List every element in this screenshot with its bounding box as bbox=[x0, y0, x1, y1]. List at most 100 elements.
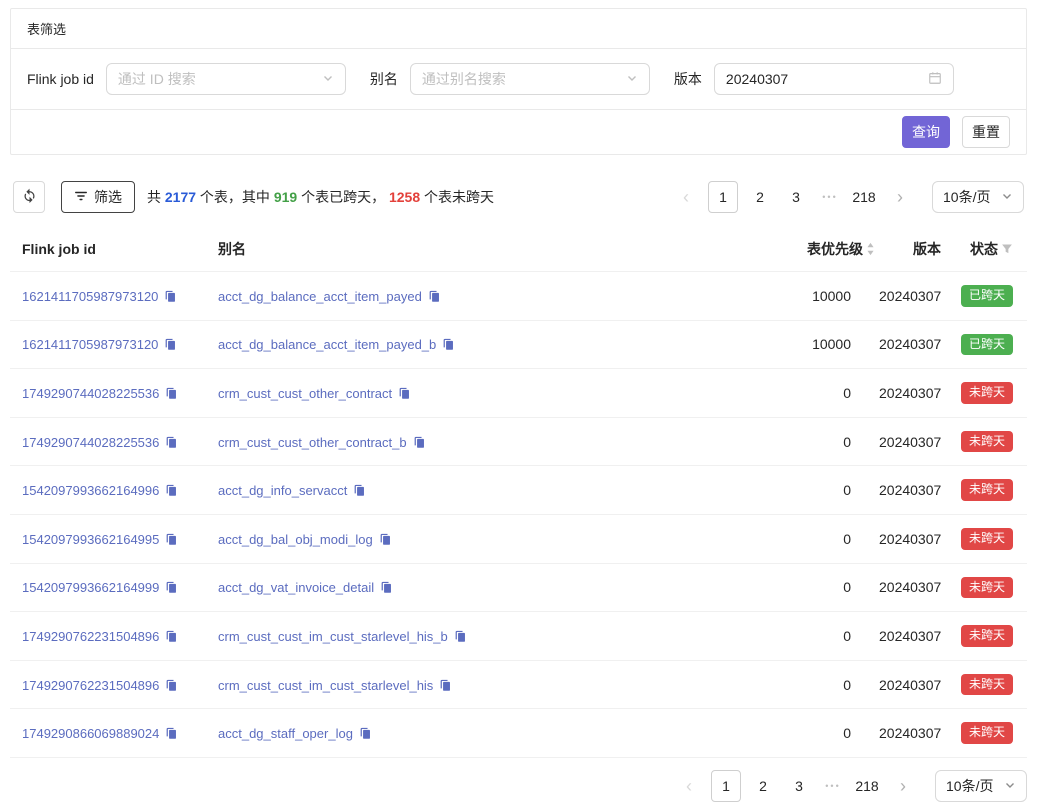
alias-link[interactable]: crm_cust_cust_im_cust_starlevel_his_b bbox=[218, 629, 448, 644]
alias-cell: acct_dg_info_servacct bbox=[206, 466, 719, 515]
page-ellipsis[interactable]: ••• bbox=[821, 770, 845, 802]
flink-job-id-select[interactable]: 通过 ID 搜索 bbox=[106, 63, 346, 95]
version-date-input[interactable]: 20240307 bbox=[714, 63, 954, 95]
alias-link[interactable]: acct_dg_info_servacct bbox=[218, 483, 347, 498]
copy-icon[interactable] bbox=[165, 727, 178, 740]
copy-icon[interactable] bbox=[413, 436, 426, 449]
filter-toggle-button[interactable]: 筛选 bbox=[61, 181, 135, 213]
table-row: 1749290762231504896 crm_cust_cust_im_cus… bbox=[10, 660, 1027, 709]
status-cell: 未跨天 bbox=[949, 563, 1027, 612]
copy-icon[interactable] bbox=[442, 338, 455, 351]
flink-job-id-link[interactable]: 1749290866069889024 bbox=[22, 726, 159, 741]
copy-icon[interactable] bbox=[165, 387, 178, 400]
status-badge: 未跨天 bbox=[961, 528, 1013, 550]
alias-link[interactable]: crm_cust_cust_other_contract bbox=[218, 386, 392, 401]
table-header-row: Flink job id 别名 表优先级 版本 状态 bbox=[10, 227, 1027, 272]
flink-job-id-link[interactable]: 1749290744028225536 bbox=[22, 435, 159, 450]
uncrossed-count: 1258 bbox=[389, 189, 420, 205]
page-button-1[interactable]: 1 bbox=[708, 181, 738, 213]
status-badge: 未跨天 bbox=[961, 722, 1013, 744]
copy-icon[interactable] bbox=[380, 581, 393, 594]
copy-icon[interactable] bbox=[428, 290, 441, 303]
priority-cell: 0 bbox=[719, 514, 879, 563]
status-badge: 未跨天 bbox=[961, 382, 1013, 404]
sorter-icon[interactable] bbox=[866, 242, 875, 256]
copy-icon[interactable] bbox=[454, 630, 467, 643]
flink-job-id-cell: 1621411705987973120 bbox=[10, 320, 206, 369]
flink-job-id-link[interactable]: 1542097993662164996 bbox=[22, 483, 159, 498]
copy-icon[interactable] bbox=[164, 338, 177, 351]
status-badge: 已跨天 bbox=[961, 285, 1013, 307]
alias-link[interactable]: acct_dg_staff_oper_log bbox=[218, 726, 353, 741]
toolbar: 筛选 共 2177 个表，其中 919 个表已跨天， 1258 个表未跨天 ‹ … bbox=[10, 181, 1027, 213]
summary-suffix: 个表未跨天 bbox=[420, 189, 494, 205]
alias-link[interactable]: acct_dg_bal_obj_modi_log bbox=[218, 532, 373, 547]
total-count: 2177 bbox=[165, 189, 196, 205]
copy-icon[interactable] bbox=[165, 436, 178, 449]
flink-job-id-link[interactable]: 1749290744028225536 bbox=[22, 386, 159, 401]
page-size-select-bottom[interactable]: 10条/页 bbox=[935, 770, 1027, 802]
status-cell: 未跨天 bbox=[949, 612, 1027, 661]
alias-label: 别名 bbox=[370, 69, 398, 89]
page-button-2[interactable]: 2 bbox=[746, 181, 774, 213]
page-button-last[interactable]: 218 bbox=[850, 181, 878, 213]
copy-icon[interactable] bbox=[165, 484, 178, 497]
prev-page-button[interactable]: ‹ bbox=[672, 181, 700, 213]
version-cell: 20240307 bbox=[879, 514, 949, 563]
flink-job-id-link[interactable]: 1749290762231504896 bbox=[22, 678, 159, 693]
copy-icon[interactable] bbox=[359, 727, 372, 740]
summary-mid1: 个表，其中 bbox=[196, 189, 274, 205]
flink-job-id-cell: 1749290762231504896 bbox=[10, 612, 206, 661]
refresh-button[interactable] bbox=[13, 181, 45, 213]
chevron-down-icon bbox=[1001, 189, 1013, 205]
query-button[interactable]: 查询 bbox=[902, 116, 950, 148]
alias-link[interactable]: acct_dg_balance_acct_item_payed_b bbox=[218, 337, 436, 352]
page-button-3[interactable]: 3 bbox=[785, 770, 813, 802]
copy-icon[interactable] bbox=[439, 679, 452, 692]
flink-job-id-placeholder: 通过 ID 搜索 bbox=[118, 69, 196, 89]
page-button-2[interactable]: 2 bbox=[749, 770, 777, 802]
table-row: 1621411705987973120 acct_dg_balance_acct… bbox=[10, 320, 1027, 369]
copy-icon[interactable] bbox=[165, 533, 178, 546]
copy-icon[interactable] bbox=[379, 533, 392, 546]
page: 表筛选 Flink job id 通过 ID 搜索 别名 通过别名搜索 bbox=[0, 0, 1037, 810]
alias-link[interactable]: acct_dg_balance_acct_item_payed bbox=[218, 289, 422, 304]
copy-icon[interactable] bbox=[353, 484, 366, 497]
status-cell: 已跨天 bbox=[949, 320, 1027, 369]
page-size-select-top[interactable]: 10条/页 bbox=[932, 181, 1024, 213]
page-button-last[interactable]: 218 bbox=[853, 770, 881, 802]
alias-link[interactable]: acct_dg_vat_invoice_detail bbox=[218, 580, 374, 595]
copy-icon[interactable] bbox=[165, 630, 178, 643]
flink-job-id-link[interactable]: 1621411705987973120 bbox=[22, 337, 158, 352]
chevron-down-icon bbox=[626, 71, 638, 87]
copy-icon[interactable] bbox=[398, 387, 411, 400]
flink-job-id-link[interactable]: 1542097993662164999 bbox=[22, 580, 159, 595]
copy-icon[interactable] bbox=[165, 581, 178, 594]
pagination-top: ‹ 1 2 3 ••• 218 › bbox=[672, 181, 914, 213]
prev-page-button[interactable]: ‹ bbox=[675, 770, 703, 802]
copy-icon[interactable] bbox=[165, 679, 178, 692]
priority-cell: 0 bbox=[719, 466, 879, 515]
next-page-button[interactable]: › bbox=[886, 181, 914, 213]
reset-button[interactable]: 重置 bbox=[962, 116, 1010, 148]
filter-card-title: 表筛选 bbox=[11, 9, 1026, 49]
status-cell: 未跨天 bbox=[949, 709, 1027, 758]
crossed-count: 919 bbox=[274, 189, 297, 205]
alias-link[interactable]: crm_cust_cust_other_contract_b bbox=[218, 435, 407, 450]
copy-icon[interactable] bbox=[164, 290, 177, 303]
page-button-3[interactable]: 3 bbox=[782, 181, 810, 213]
flink-job-id-link[interactable]: 1749290762231504896 bbox=[22, 629, 159, 644]
page-button-1[interactable]: 1 bbox=[711, 770, 741, 802]
version-cell: 20240307 bbox=[879, 660, 949, 709]
status-badge: 未跨天 bbox=[961, 674, 1013, 696]
flink-job-id-link[interactable]: 1542097993662164995 bbox=[22, 532, 159, 547]
alias-link[interactable]: crm_cust_cust_im_cust_starlevel_his bbox=[218, 678, 433, 693]
table-row: 1542097993662164995 acct_dg_bal_obj_modi… bbox=[10, 514, 1027, 563]
next-page-button[interactable]: › bbox=[889, 770, 917, 802]
page-ellipsis[interactable]: ••• bbox=[818, 181, 842, 213]
alias-select[interactable]: 通过别名搜索 bbox=[410, 63, 650, 95]
pagination-bottom: ‹ 1 2 3 ••• 218 › bbox=[675, 770, 917, 802]
flink-job-id-link[interactable]: 1621411705987973120 bbox=[22, 289, 158, 304]
filter-funnel-icon[interactable] bbox=[1001, 243, 1013, 255]
status-badge: 已跨天 bbox=[961, 334, 1013, 356]
